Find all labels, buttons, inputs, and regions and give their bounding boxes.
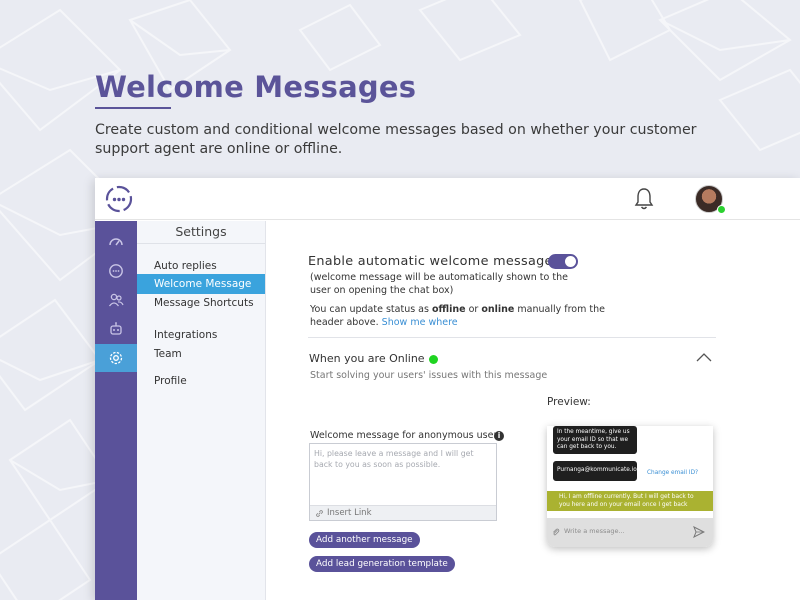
app-window: Settings Auto replies Welcome Message Me… xyxy=(95,178,800,600)
online-section-title: When you are Online xyxy=(309,352,425,365)
nav-users[interactable] xyxy=(95,286,137,314)
enable-welcome-toggle[interactable] xyxy=(548,254,578,269)
status-offline-word: offline xyxy=(431,304,466,315)
chevron-up-icon[interactable] xyxy=(696,352,712,362)
info-icon[interactable]: i xyxy=(494,431,504,441)
online-status-dot xyxy=(717,205,726,214)
status-note: You can update status as offline or onli… xyxy=(310,304,640,329)
nav-bots[interactable] xyxy=(95,315,137,343)
menu-item-integrations[interactable]: Integrations xyxy=(137,325,265,345)
anon-welcome-label: Welcome message for anonymous users xyxy=(310,430,503,441)
enable-welcome-note: (welcome message will be automatically s… xyxy=(310,272,568,296)
title-underline xyxy=(95,107,171,109)
add-lead-template-button[interactable]: Add lead generation template xyxy=(309,556,455,572)
chat-dots-logo-icon[interactable] xyxy=(103,183,135,215)
online-status-indicator xyxy=(429,355,438,364)
nav-dashboard[interactable] xyxy=(95,228,137,256)
toggle-knob xyxy=(565,256,576,267)
menu-item-team[interactable]: Team xyxy=(137,344,265,364)
chat-bubble-icon xyxy=(109,264,123,278)
preview-offline-message: Hi, I am offline currently. But I will g… xyxy=(547,491,713,511)
bot-icon xyxy=(110,322,122,335)
status-or-word: or xyxy=(465,304,482,315)
gear-icon xyxy=(109,351,123,365)
enable-welcome-title: Enable automatic welcome message xyxy=(308,254,553,269)
link-icon xyxy=(316,510,323,517)
menu-item-auto-replies[interactable]: Auto replies xyxy=(137,256,265,276)
preview-bubble-email: Purnanga@kommunicate.io xyxy=(553,461,637,481)
composer-placeholder: Write a message... xyxy=(564,527,625,535)
dashboard-gauge-icon xyxy=(109,238,123,246)
status-online-word: online xyxy=(481,304,515,315)
textarea-placeholder: Hi, please leave a message and I will ge… xyxy=(314,449,474,469)
main-content: Enable automatic welcome message (welcom… xyxy=(267,221,800,600)
insert-link-label: Insert Link xyxy=(327,508,372,518)
show-me-where-link[interactable]: Show me where xyxy=(382,317,458,328)
users-icon xyxy=(108,293,124,307)
page-description: Create custom and conditional welcome me… xyxy=(95,122,697,157)
preview-composer[interactable]: Write a message... xyxy=(547,518,713,547)
change-email-link[interactable]: Change email ID? xyxy=(647,470,698,476)
menu-item-profile[interactable]: Profile xyxy=(137,371,265,391)
left-nav xyxy=(95,221,137,600)
nav-conversations[interactable] xyxy=(95,257,137,285)
status-note-text: You can update status as xyxy=(310,304,432,315)
settings-title: Settings xyxy=(137,221,265,244)
page-title: Welcome Messages xyxy=(95,70,417,104)
preview-bubble-email-request: In the meantime, give us your email ID s… xyxy=(553,426,637,454)
preview-label: Preview: xyxy=(547,396,591,408)
online-section-subtitle: Start solving your users' issues with th… xyxy=(310,370,548,381)
anon-welcome-textarea[interactable]: Hi, please leave a message and I will ge… xyxy=(309,443,497,521)
menu-item-message-shortcuts[interactable]: Message Shortcuts xyxy=(137,293,265,313)
paperclip-icon[interactable] xyxy=(552,528,560,536)
bell-icon[interactable] xyxy=(633,187,655,211)
settings-panel: Settings Auto replies Welcome Message Me… xyxy=(137,221,266,600)
nav-settings[interactable] xyxy=(95,344,137,372)
menu-item-welcome-message[interactable]: Welcome Message xyxy=(137,274,265,294)
chat-preview: In the meantime, give us your email ID s… xyxy=(547,426,713,547)
send-icon[interactable] xyxy=(693,526,705,538)
top-bar xyxy=(95,178,800,220)
divider xyxy=(308,337,716,338)
add-another-message-button[interactable]: Add another message xyxy=(309,532,420,548)
insert-link-button[interactable]: Insert Link xyxy=(310,505,496,520)
